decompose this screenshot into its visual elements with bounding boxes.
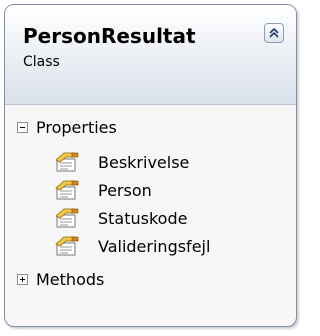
property-label: Valideringsfejl bbox=[98, 236, 211, 256]
class-shape[interactable]: PersonResultat Class Properties Beskrive… bbox=[4, 4, 297, 327]
properties-section-header[interactable]: Properties bbox=[17, 115, 117, 139]
property-item[interactable]: Person bbox=[54, 177, 152, 203]
property-label: Beskrivelse bbox=[98, 152, 190, 172]
class-header: PersonResultat Class bbox=[5, 5, 296, 105]
collapse-button[interactable] bbox=[264, 23, 284, 43]
methods-section-header[interactable]: Methods bbox=[17, 267, 104, 291]
methods-label: Methods bbox=[36, 269, 105, 289]
property-icon bbox=[55, 180, 79, 200]
property-item[interactable]: Beskrivelse bbox=[54, 149, 189, 175]
property-item[interactable]: Statuskode bbox=[54, 205, 187, 231]
collapse-properties-toggle[interactable] bbox=[17, 121, 28, 133]
property-icon bbox=[55, 236, 79, 256]
property-item[interactable]: Valideringsfejl bbox=[54, 233, 210, 259]
expand-methods-toggle[interactable] bbox=[17, 273, 28, 285]
property-icon bbox=[55, 208, 79, 228]
properties-label: Properties bbox=[36, 117, 117, 137]
class-kind: Class bbox=[23, 54, 60, 70]
property-label: Statuskode bbox=[98, 208, 188, 228]
class-name: PersonResultat bbox=[23, 24, 196, 48]
double-chevron-up-icon bbox=[269, 27, 279, 38]
property-label: Person bbox=[98, 180, 152, 200]
property-icon bbox=[55, 152, 79, 172]
